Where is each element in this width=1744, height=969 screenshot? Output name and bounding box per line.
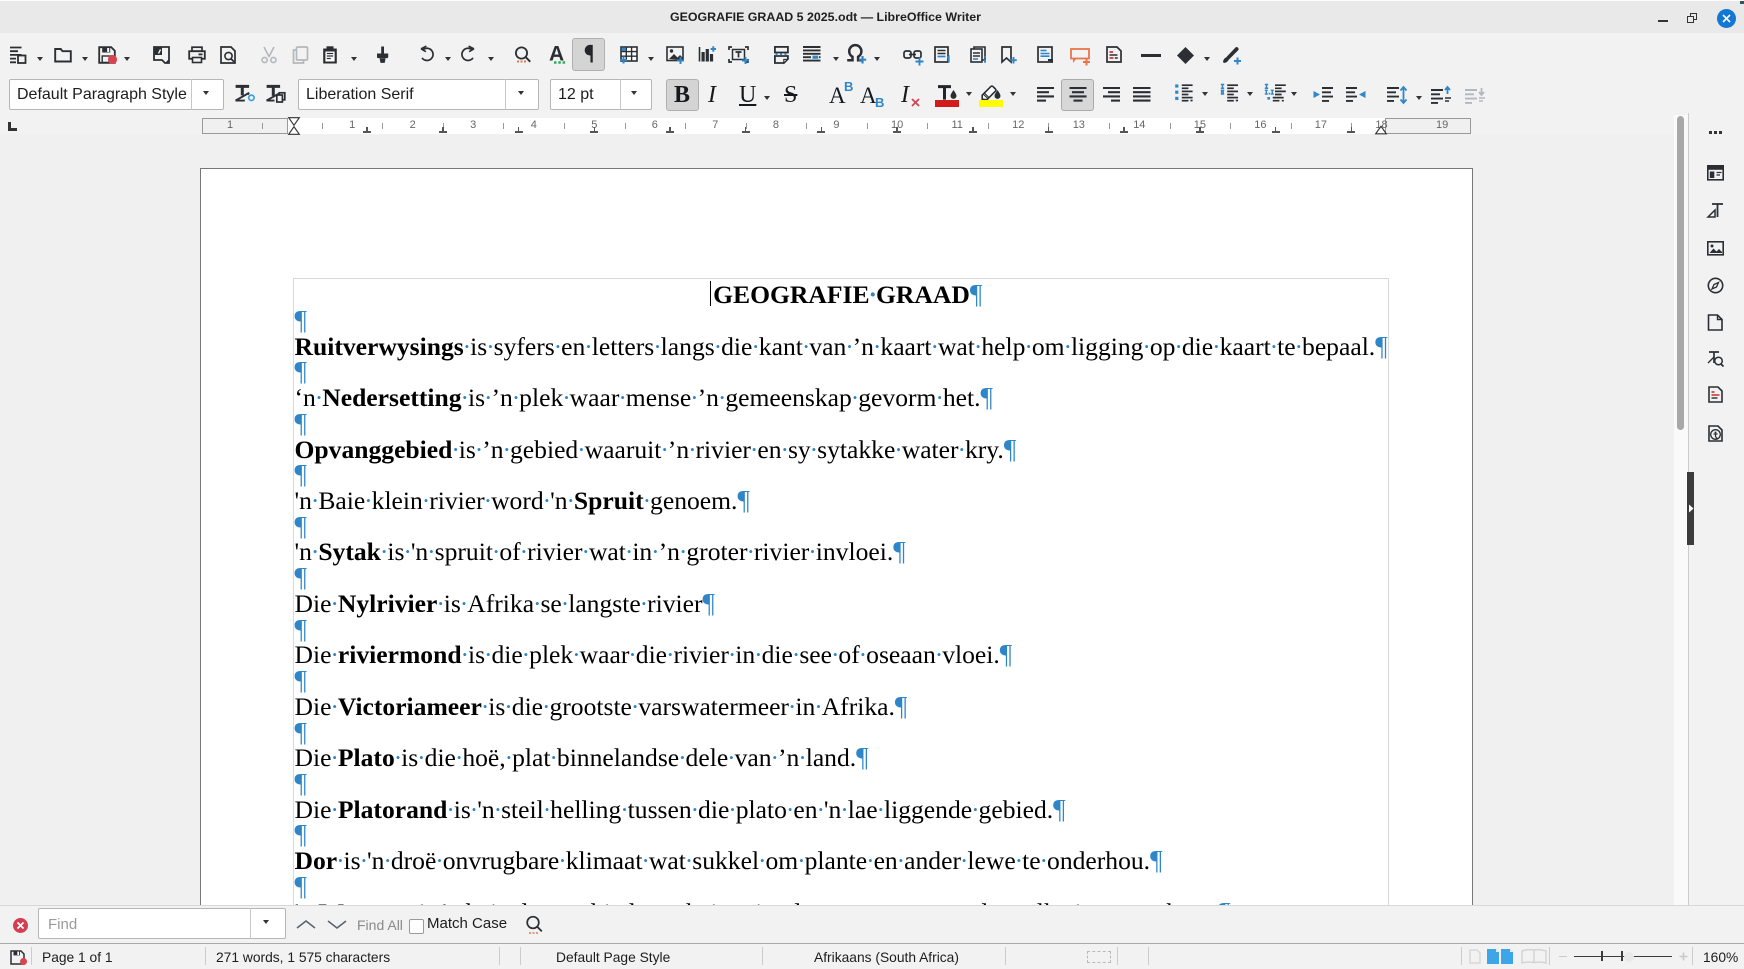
svg-text:A: A	[549, 43, 564, 66]
